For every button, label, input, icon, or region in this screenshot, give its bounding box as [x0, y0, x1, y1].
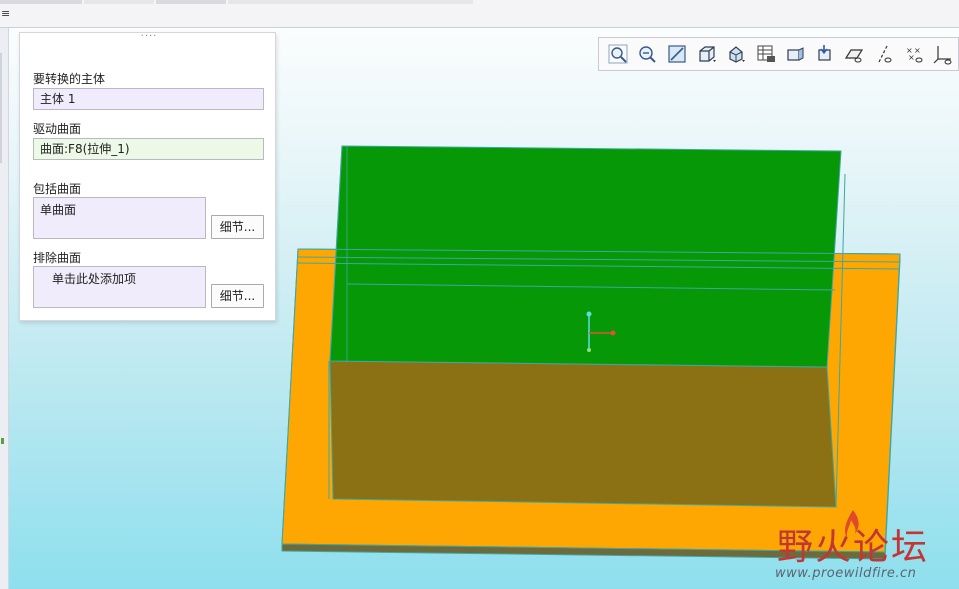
zoom-in-icon[interactable] [603, 40, 633, 68]
watermark: 野火论坛 www.proewildfire.cn [775, 508, 955, 583]
tab-strip-segment [84, 0, 154, 4]
driving-surface-label: 驱动曲面 [33, 122, 82, 136]
include-surfaces-collector[interactable]: 单曲面 [33, 197, 206, 239]
tab-strip-segment [0, 0, 82, 4]
svg-text:×: × [908, 53, 915, 62]
svg-text:×: × [914, 46, 921, 55]
status-marker [1, 438, 4, 444]
watermark-url: www.proewildfire.cn [775, 566, 917, 581]
driving-surface-field[interactable]: 曲面:F8(拉伸_1) [33, 138, 264, 160]
strip-divider [0, 53, 2, 163]
refit-icon[interactable] [662, 40, 692, 68]
exclude-surfaces-label: 排除曲面 [33, 251, 82, 265]
csys-z-tip [587, 348, 591, 352]
view-toolbar: × × × [598, 37, 959, 71]
exclude-details-button[interactable]: 细节... [211, 284, 264, 308]
driving-surface [329, 145, 842, 368]
top-toolbar-strip [0, 0, 959, 28]
convert-body-dialog: ···· 要转换的主体 主体 1 驱动曲面 曲面:F8(拉伸_1) 包括曲面 单… [19, 32, 276, 321]
axis-display-icon[interactable] [869, 40, 899, 68]
include-details-button[interactable]: 细节... [211, 215, 264, 239]
csys-display-icon[interactable] [928, 40, 958, 68]
perspective-icon[interactable] [780, 40, 810, 68]
include-surfaces-label: 包括曲面 [33, 182, 82, 196]
display-style-icon[interactable] [692, 40, 722, 68]
flame-icon [845, 510, 859, 538]
saved-views-icon[interactable] [721, 40, 751, 68]
drag-handle-icon[interactable]: ···· [139, 32, 159, 43]
spin-center-icon[interactable] [810, 40, 840, 68]
exclude-surfaces-collector[interactable]: 单击此处添加项 [33, 266, 206, 308]
pocket-inner-face [329, 360, 837, 508]
plane-display-icon[interactable] [840, 40, 870, 68]
point-display-icon[interactable]: × × × [899, 40, 929, 68]
body-label: 要转换的主体 [33, 72, 106, 86]
model-tree-collapsed-strip[interactable] [0, 28, 9, 589]
csys-x-tip [610, 330, 616, 336]
graphics-viewport[interactable]: ···· 要转换的主体 主体 1 驱动曲面 曲面:F8(拉伸_1) 包括曲面 单… [9, 28, 959, 589]
tab-strip-segment [156, 0, 226, 4]
csys-y-tip [586, 311, 592, 317]
body-select-field[interactable]: 主体 1 [33, 88, 264, 110]
view-manager-icon[interactable] [751, 40, 781, 68]
tab-strip-segment [228, 0, 473, 4]
menu-icon[interactable]: ≡ [1, 8, 10, 19]
zoom-out-icon[interactable] [633, 40, 663, 68]
